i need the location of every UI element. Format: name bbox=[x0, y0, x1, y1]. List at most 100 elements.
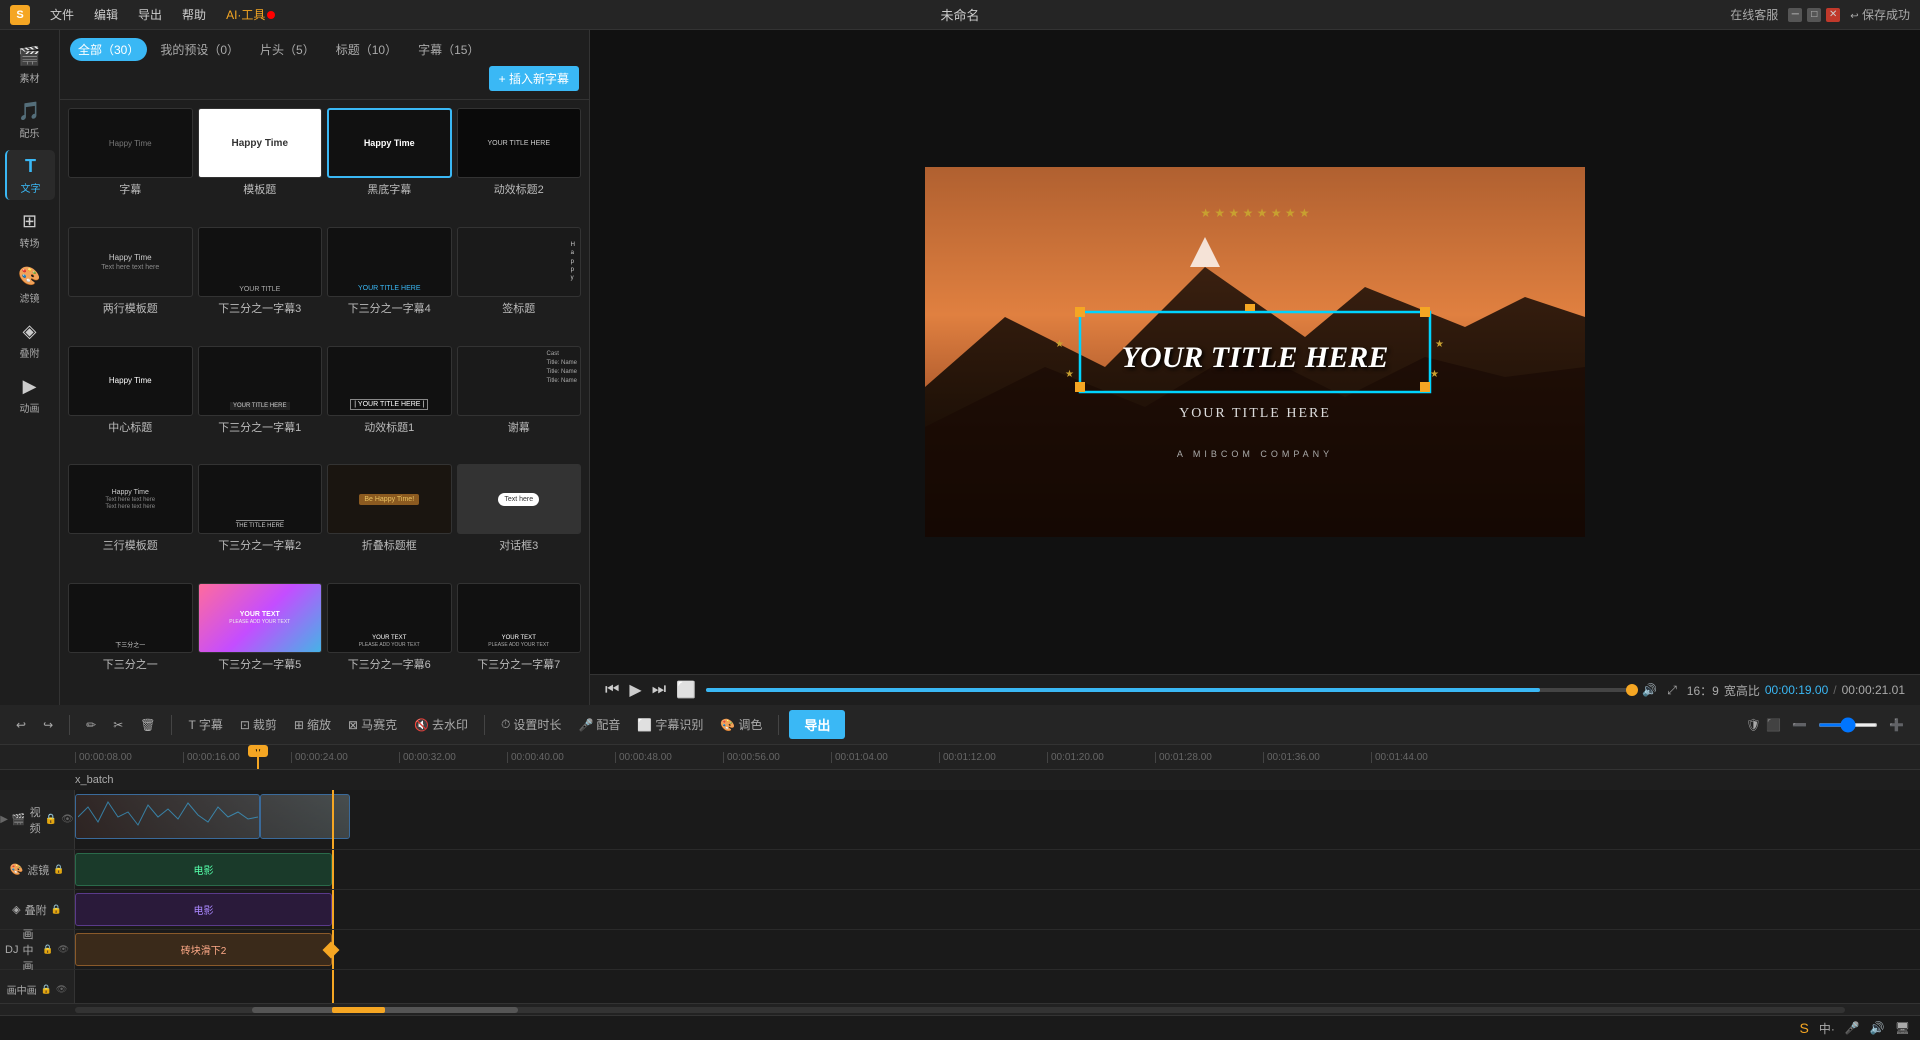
dj-icon: DJ bbox=[5, 944, 18, 956]
decolor-button[interactable]: 🎨 调色 bbox=[714, 712, 768, 737]
audio-icon: 🔇 bbox=[414, 718, 429, 732]
ruler-mark: 00:01:28.00 bbox=[1155, 752, 1263, 763]
undo-button[interactable]: ↩ bbox=[10, 714, 32, 736]
minimize-btn[interactable]: ─ bbox=[1788, 8, 1802, 22]
voiceover-button[interactable]: 🎤 配音 bbox=[572, 712, 626, 737]
cut-button[interactable]: ✂ bbox=[107, 714, 129, 736]
template-item[interactable]: CastTitle: NameTitle: NameTitle: Name 谢幕 bbox=[457, 346, 582, 460]
track-name: 视频 bbox=[30, 804, 41, 836]
template-item[interactable]: Happy Time Text here text here Text here… bbox=[68, 464, 193, 578]
template-item[interactable]: THE TITLE HERE 下三分之一字幕2 bbox=[198, 464, 323, 578]
timeline-scrollbar bbox=[0, 1003, 1920, 1015]
track-content-filter[interactable]: 电影 bbox=[75, 850, 1920, 889]
subtitle-rec-button[interactable]: ⬜ 字幕识别 bbox=[631, 712, 709, 737]
template-item[interactable]: Be Happy Time! 折叠标题框 bbox=[327, 464, 452, 578]
audio-button[interactable]: 🔇 去水印 bbox=[408, 712, 474, 737]
track-content-video[interactable] bbox=[75, 790, 1920, 849]
redo-button[interactable]: ↪ bbox=[37, 714, 59, 736]
step-forward-btn[interactable]: ⏭ bbox=[652, 681, 666, 699]
sidebar-item-addon[interactable]: ◈ 叠附 bbox=[5, 315, 55, 365]
template-name: 下三分之一字幕1 bbox=[218, 419, 301, 435]
menu-export[interactable]: 导出 bbox=[128, 0, 172, 29]
fullscreen-btn[interactable]: ⬜ bbox=[676, 680, 696, 700]
scrollbar-track[interactable] bbox=[75, 1007, 1845, 1013]
fullscreen-icon[interactable]: ⤢ bbox=[1667, 683, 1677, 698]
template-item[interactable]: Happy Time 模板题 bbox=[198, 108, 323, 222]
template-item[interactable]: Happy Time 字幕 bbox=[68, 108, 193, 222]
template-name: 字幕 bbox=[119, 181, 141, 197]
template-item[interactable]: Text here 对话框3 bbox=[457, 464, 582, 578]
template-name: 下三分之一 bbox=[103, 656, 158, 672]
sidebar-item-transition[interactable]: ⊞ 转场 bbox=[5, 205, 55, 255]
template-item[interactable]: Happy Time Text here text here 两行模板题 bbox=[68, 227, 193, 341]
text1-icon: 画中画 bbox=[7, 982, 37, 997]
insert-subtitle-button[interactable]: + 插入新字幕 bbox=[489, 66, 579, 91]
step-back-btn[interactable]: ⏮ bbox=[605, 681, 619, 699]
zoom-slider[interactable] bbox=[1818, 723, 1878, 727]
tab-subtitle[interactable]: 字幕（15） bbox=[410, 38, 487, 61]
template-item[interactable]: Happy Time 中心标题 bbox=[68, 346, 193, 460]
template-item[interactable]: YOUR TITLE HERE 下三分之一字幕4 bbox=[327, 227, 452, 341]
close-btn[interactable]: ✕ bbox=[1826, 8, 1840, 22]
scrollbar-thumb[interactable] bbox=[252, 1007, 518, 1013]
template-item[interactable]: YOUR TEXT PLEASE ADD YOUR TEXT 下三分之一字幕5 bbox=[198, 583, 323, 697]
template-item[interactable]: YOUR TITLE HERE 下三分之一字幕1 bbox=[198, 346, 323, 460]
crop-button[interactable]: ⊡ 裁剪 bbox=[234, 712, 283, 737]
clip-label: 电影 bbox=[194, 902, 214, 917]
track-content-text1[interactable] bbox=[75, 970, 1920, 1003]
app-title: 未命名 bbox=[940, 5, 979, 24]
template-item[interactable]: YOUR TITLE HERE 动效标题2 bbox=[457, 108, 582, 222]
status-text1: 中· bbox=[1819, 1020, 1835, 1037]
online-service[interactable]: 在线客服 bbox=[1730, 6, 1778, 23]
sidebar-item-music[interactable]: 🎵 配乐 bbox=[5, 95, 55, 145]
addon-clip[interactable]: 电影 bbox=[75, 893, 332, 926]
delete-button[interactable]: 🗑 bbox=[134, 714, 161, 736]
clock-icon: ⏱ bbox=[501, 717, 510, 732]
mosaic-button[interactable]: ⊠ 马赛克 bbox=[342, 712, 403, 737]
track-content-transition[interactable]: 砖块滑下2 bbox=[75, 930, 1920, 969]
tab-clip[interactable]: 片头（5） bbox=[252, 38, 323, 61]
track-content-addon[interactable]: 电影 bbox=[75, 890, 1920, 929]
video-clip-1[interactable] bbox=[75, 794, 260, 838]
pen-button[interactable]: ✏ bbox=[80, 714, 102, 736]
video-track-icon: 🎬 bbox=[12, 813, 26, 826]
play-btn[interactable]: ▶ bbox=[629, 680, 641, 700]
template-item[interactable]: YOUR TITLE 下三分之一字幕3 bbox=[198, 227, 323, 341]
template-item[interactable]: Happy 签标题 bbox=[457, 227, 582, 341]
zoom-in-button[interactable]: ➕ bbox=[1883, 714, 1910, 736]
template-name: 黑底字幕 bbox=[367, 181, 411, 197]
sidebar-item-animation[interactable]: ▶ 动画 bbox=[5, 370, 55, 420]
template-item[interactable]: 下三分之一 下三分之一 bbox=[68, 583, 193, 697]
text-tool-button[interactable]: T 字幕 bbox=[182, 712, 228, 737]
scale-button[interactable]: ⊞ 缩放 bbox=[288, 712, 337, 737]
duration-button[interactable]: ⏱ 设置时长 bbox=[495, 712, 567, 737]
collapse-btn[interactable]: ▶ bbox=[0, 814, 8, 825]
sidebar-item-media[interactable]: 🎬 素材 bbox=[5, 40, 55, 90]
menu-help[interactable]: 帮助 bbox=[172, 0, 216, 29]
sidebar-item-text[interactable]: T 文字 bbox=[5, 150, 55, 200]
menu-file[interactable]: 文件 bbox=[40, 0, 84, 29]
sidebar-item-filter[interactable]: 🎨 滤镜 bbox=[5, 260, 55, 310]
progress-bar[interactable] bbox=[706, 688, 1632, 692]
template-name: 下三分之一字幕5 bbox=[218, 656, 301, 672]
zoom-out-button[interactable]: ➖ bbox=[1786, 714, 1813, 736]
s-logo-icon: S bbox=[1800, 1020, 1809, 1036]
mic-icon: 🎤 bbox=[578, 718, 593, 732]
maximize-btn[interactable]: □ bbox=[1807, 8, 1821, 22]
tab-preset[interactable]: 我的预设（0） bbox=[152, 38, 247, 61]
template-item[interactable]: | YOUR TITLE HERE | 动效标题1 bbox=[327, 346, 452, 460]
filter-clip[interactable]: 电影 bbox=[75, 853, 332, 886]
track-text1: 画中画 🔒 👁 bbox=[0, 970, 1920, 1003]
template-item[interactable]: Happy Time 黑底字幕 bbox=[327, 108, 452, 222]
template-item[interactable]: YOUR TEXT PLEASE ADD YOUR TEXT 下三分之一字幕7 bbox=[457, 583, 582, 697]
tab-all[interactable]: 全部（30） bbox=[70, 38, 147, 61]
tab-title[interactable]: 标题（10） bbox=[328, 38, 405, 61]
video-clip-2[interactable] bbox=[260, 794, 350, 838]
template-item[interactable]: YOUR TEXT PLEASE ADD YOUR TEXT 下三分之一字幕6 bbox=[327, 583, 452, 697]
volume-icon[interactable]: 🔊 bbox=[1642, 683, 1657, 697]
scroll-position bbox=[332, 1007, 385, 1013]
export-button[interactable]: 导出 bbox=[789, 710, 845, 739]
menu-edit[interactable]: 编辑 bbox=[84, 0, 128, 29]
transition-clip[interactable]: 砖块滑下2 bbox=[75, 933, 332, 966]
menu-ai[interactable]: AI·工具 bbox=[216, 0, 285, 29]
